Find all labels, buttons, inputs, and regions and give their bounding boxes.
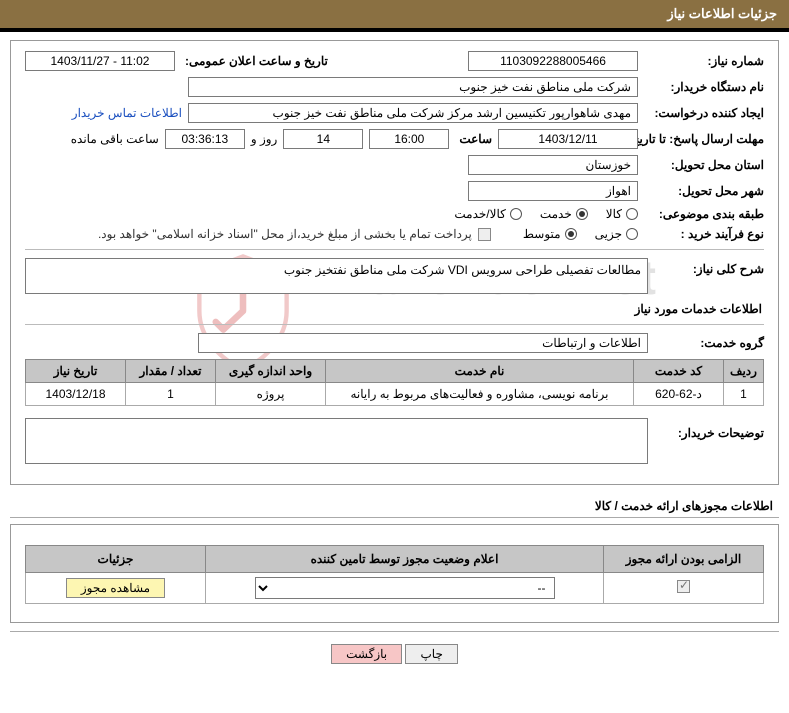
col-details: جزئیات: [26, 546, 206, 573]
payment-note-text: پرداخت تمام یا بخشی از مبلغ خرید،از محل …: [98, 227, 472, 241]
process-type-label: نوع فرآیند خرید :: [644, 227, 764, 241]
category-service-option[interactable]: خدمت: [540, 207, 588, 221]
days-and-text: روز و: [251, 132, 278, 146]
remaining-text: ساعت باقی مانده: [71, 132, 159, 146]
summary-value: مطالعات تفصیلی طراحی سرویس VDI شرکت ملی …: [25, 258, 648, 294]
footer-buttons: چاپ بازگشت: [0, 638, 789, 674]
license-section-title: اطلاعات مجوزهای ارائه خدمت / کالا: [0, 493, 789, 517]
need-number-label: شماره نیاز:: [644, 54, 764, 68]
main-panel: AriaTender.net شماره نیاز: 1103092288005…: [10, 40, 779, 485]
radio-icon: [565, 228, 577, 240]
col-code: کد خدمت: [634, 360, 724, 383]
deadline-label: مهلت ارسال پاسخ: تا تاریخ:: [644, 132, 764, 146]
buyer-org-value: شرکت ملی مناطق نفت خیز جنوب: [188, 77, 638, 97]
process-medium-option[interactable]: متوسط: [523, 227, 577, 241]
divider: [25, 324, 764, 325]
buyer-notes-label: توضیحات خریدار:: [654, 412, 764, 440]
radio-icon: [510, 208, 522, 220]
category-label: طبقه بندی موضوعی:: [644, 207, 764, 221]
province-value: خوزستان: [468, 155, 638, 175]
license-table: الزامی بودن ارائه مجوز اعلام وضعیت مجوز …: [25, 545, 764, 604]
license-panel: الزامی بودن ارائه مجوز اعلام وضعیت مجوز …: [10, 524, 779, 623]
time-label: ساعت: [455, 132, 492, 146]
col-status: اعلام وضعیت مجوز توسط تامین کننده: [206, 546, 604, 573]
col-unit: واحد اندازه گیری: [216, 360, 326, 383]
divider: [10, 517, 779, 518]
process-radio-group: جزیی متوسط: [523, 227, 638, 241]
city-value: اهواز: [468, 181, 638, 201]
table-row: -- مشاهده مجوز: [26, 573, 764, 604]
service-group-value: اطلاعات و ارتباطات: [198, 333, 648, 353]
view-license-button[interactable]: مشاهده مجوز: [66, 578, 165, 598]
col-row: ردیف: [724, 360, 764, 383]
col-date: تاریخ نیاز: [26, 360, 126, 383]
status-select[interactable]: --: [255, 577, 555, 599]
divider: [25, 249, 764, 250]
table-row: 1 د-62-620 برنامه نویسی، مشاوره و فعالیت…: [26, 383, 764, 406]
countdown-value: 03:36:13: [165, 129, 245, 149]
services-section-title: اطلاعات خدمات مورد نیاز: [25, 302, 764, 316]
category-goods-option[interactable]: کالا: [606, 207, 638, 221]
buyer-org-label: نام دستگاه خریدار:: [644, 80, 764, 94]
process-partial-option[interactable]: جزیی: [595, 227, 638, 241]
divider: [10, 631, 779, 632]
requester-label: ایجاد کننده درخواست:: [644, 106, 764, 120]
window-title: جزئیات اطلاعات نیاز: [667, 6, 777, 21]
summary-label: شرح کلی نیاز:: [654, 258, 764, 276]
category-goods-service-option[interactable]: کالا/خدمت: [454, 207, 521, 221]
radio-icon: [626, 228, 638, 240]
mandatory-checkbox[interactable]: [677, 580, 690, 593]
col-mandatory: الزامی بودن ارائه مجوز: [604, 546, 764, 573]
announce-date-value: 1403/11/27 - 11:02: [25, 51, 175, 71]
window-title-bar: جزئیات اطلاعات نیاز: [0, 0, 789, 32]
requester-value: مهدی شاهوارپور تکنیسین ارشد مرکز شرکت مل…: [188, 103, 638, 123]
col-qty: تعداد / مقدار: [126, 360, 216, 383]
buyer-notes-box: [25, 418, 648, 464]
radio-icon: [626, 208, 638, 220]
buyer-contact-link[interactable]: اطلاعات تماس خریدار: [72, 106, 182, 120]
treasury-checkbox[interactable]: [478, 228, 491, 241]
print-button[interactable]: چاپ: [405, 644, 457, 664]
back-button[interactable]: بازگشت: [331, 644, 402, 664]
col-name: نام خدمت: [326, 360, 634, 383]
services-table: ردیف کد خدمت نام خدمت واحد اندازه گیری ت…: [25, 359, 764, 406]
days-remaining-value: 14: [283, 129, 363, 149]
city-label: شهر محل تحویل:: [644, 184, 764, 198]
deadline-time-value: 16:00: [369, 129, 449, 149]
need-number-value: 1103092288005466: [468, 51, 638, 71]
announce-date-label: تاریخ و ساعت اعلان عمومی:: [181, 54, 328, 68]
province-label: استان محل تحویل:: [644, 158, 764, 172]
radio-icon: [576, 208, 588, 220]
service-group-label: گروه خدمت:: [654, 336, 764, 350]
category-radio-group: کالا خدمت کالا/خدمت: [454, 207, 638, 221]
deadline-date-value: 1403/12/11: [498, 129, 638, 149]
